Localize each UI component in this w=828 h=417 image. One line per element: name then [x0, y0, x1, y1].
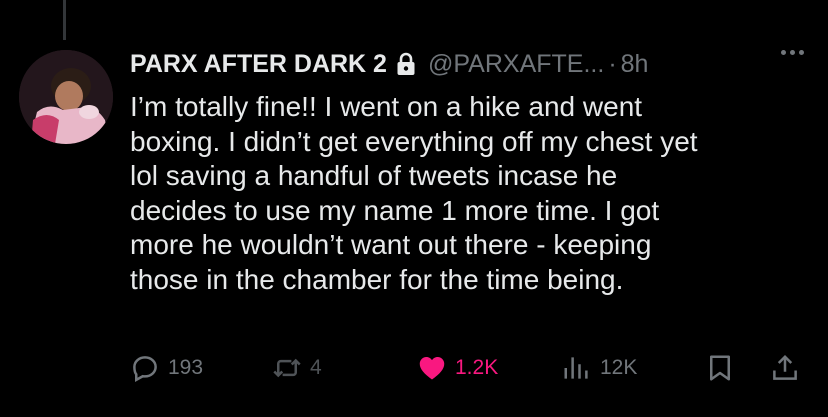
share-icon — [773, 354, 797, 380]
reply-button[interactable]: 193 — [130, 348, 203, 388]
lock-icon — [396, 52, 416, 76]
avatar-image — [19, 50, 113, 144]
timestamp[interactable]: 8h — [621, 50, 649, 79]
tweet-body[interactable]: PARX AFTER DARK 2 @PARXAFTE... · 8h I’m … — [130, 44, 808, 297]
views-button[interactable]: 12K — [562, 348, 637, 388]
reply-icon — [133, 356, 157, 383]
display-name[interactable]: PARX AFTER DARK 2 — [130, 50, 387, 79]
tweet-text-line: lol saving a handful of tweets incase he — [130, 160, 618, 191]
more-icon[interactable] — [781, 50, 804, 55]
like-button[interactable]: 1.2K — [417, 348, 498, 388]
action-bar: 193 4 1.2K 12K — [130, 348, 808, 388]
views-count: 12K — [600, 356, 638, 379]
tweet-header: PARX AFTER DARK 2 @PARXAFTE... · 8h — [130, 44, 808, 84]
heart-icon — [419, 357, 445, 380]
tweet-text-line: decides to use my name 1 more time. I go… — [130, 194, 660, 226]
views-icon — [564, 357, 588, 379]
bookmark-button[interactable] — [705, 348, 735, 388]
thread-connector-line — [63, 0, 66, 40]
share-button[interactable] — [770, 348, 800, 388]
separator-dot: · — [608, 49, 617, 78]
tweet-text-line: I’m totally fine!! I went on a hike and … — [130, 91, 643, 122]
avatar[interactable] — [19, 50, 113, 144]
tweet-text-line: more he wouldn’t want out there - keepin… — [130, 229, 652, 260]
reply-count: 193 — [168, 356, 204, 379]
repost-icon — [273, 358, 301, 378]
tweet-text: I’m totally fine!! I went on a hike and … — [130, 90, 800, 297]
like-count: 1.2K — [455, 356, 499, 379]
tweet-text-line: boxing. I didn’t get everything off my c… — [130, 125, 698, 157]
repost-count: 4 — [310, 356, 322, 379]
repost-button[interactable]: 4 — [272, 348, 322, 388]
tweet-text-line: those in the chamber for the time being. — [130, 263, 624, 295]
user-handle[interactable]: @PARXAFTE... — [428, 50, 604, 79]
bookmark-icon — [710, 355, 730, 381]
